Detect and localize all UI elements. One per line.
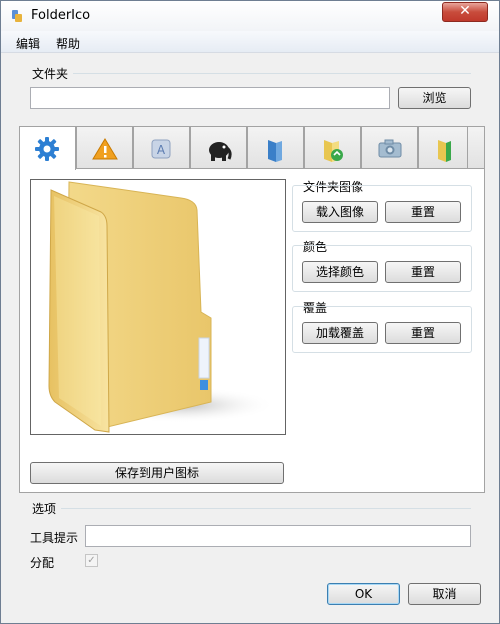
select-color-button[interactable]: 选择颜色 bbox=[302, 261, 378, 283]
tooltip-input[interactable] bbox=[85, 525, 471, 547]
tab-camera[interactable] bbox=[361, 126, 418, 169]
menu-bar: 编辑 帮助 bbox=[1, 31, 499, 53]
yellow-folder-icon bbox=[438, 140, 451, 162]
folder-preview bbox=[30, 179, 286, 435]
assign-checkbox[interactable]: ✓ bbox=[85, 554, 98, 567]
recycle-folder-icon bbox=[324, 140, 343, 162]
tab-scroll-button[interactable] bbox=[467, 126, 485, 169]
reset-overlay-button[interactable]: 重置 bbox=[385, 322, 461, 344]
options-group-divider bbox=[61, 508, 471, 509]
blue-folder-icon bbox=[268, 140, 282, 162]
folder-path-input[interactable] bbox=[30, 87, 390, 109]
app-icon bbox=[12, 10, 22, 22]
icon-tab-strip: A bbox=[19, 126, 485, 170]
camera-icon bbox=[378, 139, 402, 158]
tab-warning[interactable] bbox=[76, 126, 133, 169]
reset-image-button[interactable]: 重置 bbox=[385, 201, 461, 223]
tooltip-label: 工具提示 bbox=[30, 531, 79, 545]
tab-settings[interactable] bbox=[19, 126, 76, 170]
assign-label: 分配 bbox=[30, 556, 55, 570]
menu-edit[interactable]: 编辑 bbox=[16, 35, 40, 52]
options-group-label: 选项 bbox=[32, 502, 57, 516]
tab-blue-folder[interactable] bbox=[247, 126, 304, 169]
load-overlay-button[interactable]: 加载覆盖 bbox=[302, 322, 378, 344]
svg-text:A: A bbox=[157, 143, 166, 157]
load-image-button[interactable]: 载入图像 bbox=[302, 201, 378, 223]
title-bar: FolderIco ✕ bbox=[1, 1, 499, 31]
reset-color-button[interactable]: 重置 bbox=[385, 261, 461, 283]
folderico-window: FolderIco ✕ 编辑 帮助 文件夹 浏览 A 文件夹图像 载入图像 重置… bbox=[0, 0, 500, 624]
elephant-icon bbox=[209, 142, 232, 161]
gear-icon bbox=[35, 137, 59, 161]
cancel-button[interactable]: 取消 bbox=[408, 583, 481, 605]
folder-preview-icon bbox=[48, 181, 276, 433]
tab-app-store[interactable]: A bbox=[133, 126, 190, 169]
menu-help[interactable]: 帮助 bbox=[56, 35, 80, 52]
warning-icon bbox=[92, 138, 118, 160]
folder-group-label: 文件夹 bbox=[32, 67, 69, 81]
tab-recycle-folder[interactable] bbox=[304, 126, 361, 169]
tab-elephant[interactable] bbox=[190, 126, 247, 169]
ok-button[interactable]: OK bbox=[327, 583, 400, 605]
close-button[interactable]: ✕ bbox=[442, 2, 488, 22]
browse-button[interactable]: 浏览 bbox=[398, 87, 471, 109]
tab-yellow-folder[interactable] bbox=[418, 126, 468, 169]
app-store-icon: A bbox=[151, 139, 171, 159]
window-title: FolderIco bbox=[31, 8, 91, 23]
folder-group-divider bbox=[73, 73, 471, 74]
save-user-icon-button[interactable]: 保存到用户图标 bbox=[30, 462, 284, 484]
